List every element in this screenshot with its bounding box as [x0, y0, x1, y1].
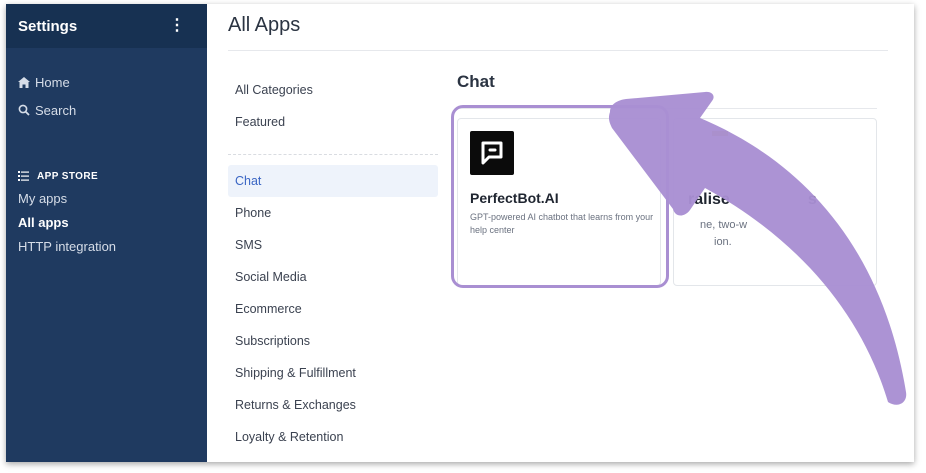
app-name: ralise s	[688, 191, 817, 209]
sidebar: Settings ⋮ Home Search APP STORE My apps…	[6, 4, 207, 462]
home-icon	[18, 76, 30, 88]
sidebar-item-label: Search	[35, 102, 77, 118]
category-ecommerce[interactable]: Ecommerce	[228, 293, 438, 325]
page-title: All Apps	[228, 14, 301, 36]
app-description-line: ion.	[714, 236, 732, 248]
category-subscriptions[interactable]: Subscriptions	[228, 325, 438, 357]
category-shipping-fulfillment[interactable]: Shipping & Fulfillment	[228, 357, 438, 389]
section-title: Chat	[457, 72, 495, 91]
sidebar-item-home[interactable]: Home	[6, 68, 207, 96]
sidebar-nav: Home Search	[6, 48, 207, 124]
sidebar-header: Settings ⋮	[6, 4, 207, 48]
sidebar-title: Settings	[18, 17, 78, 35]
category-list: All Categories Featured Chat Phone SMS S…	[228, 74, 438, 453]
sidebar-item-search[interactable]: Search	[6, 96, 207, 124]
divider	[228, 154, 438, 155]
search-icon	[18, 104, 30, 116]
category-all[interactable]: All Categories	[228, 74, 438, 106]
category-featured[interactable]: Featured	[228, 106, 438, 138]
app-name-part: ralise	[688, 191, 730, 208]
category-chat[interactable]: Chat	[228, 165, 438, 197]
app-store-heading: APP STORE	[6, 165, 207, 187]
more-options-icon[interactable]: ⋮	[169, 18, 185, 34]
category-social-media[interactable]: Social Media	[228, 261, 438, 293]
app-card-second[interactable]: ralise s ne, two-w ion.	[673, 118, 877, 286]
category-sms[interactable]: SMS	[228, 229, 438, 261]
sidebar-item-all-apps[interactable]: All apps	[6, 211, 207, 235]
app-store-heading-label: APP STORE	[37, 170, 99, 182]
highlight-outline	[451, 105, 669, 288]
category-phone[interactable]: Phone	[228, 197, 438, 229]
app-description: ne, two-w ion.	[688, 217, 864, 251]
app-logo	[712, 131, 728, 136]
main-content: All Apps All Categories Featured Chat Ph…	[207, 4, 914, 462]
sidebar-item-label: Home	[35, 74, 70, 90]
divider	[228, 50, 888, 51]
app-window: Settings ⋮ Home Search APP STORE My apps…	[6, 4, 914, 462]
category-loyalty-retention[interactable]: Loyalty & Retention	[228, 421, 438, 453]
category-returns-exchanges[interactable]: Returns & Exchanges	[228, 389, 438, 421]
grid-menu-icon	[18, 171, 29, 181]
sidebar-item-my-apps[interactable]: My apps	[6, 187, 207, 211]
app-name-part: s	[807, 191, 817, 208]
sidebar-item-http-integration[interactable]: HTTP integration	[6, 235, 207, 259]
app-description-line: ne, two-w	[700, 219, 748, 231]
